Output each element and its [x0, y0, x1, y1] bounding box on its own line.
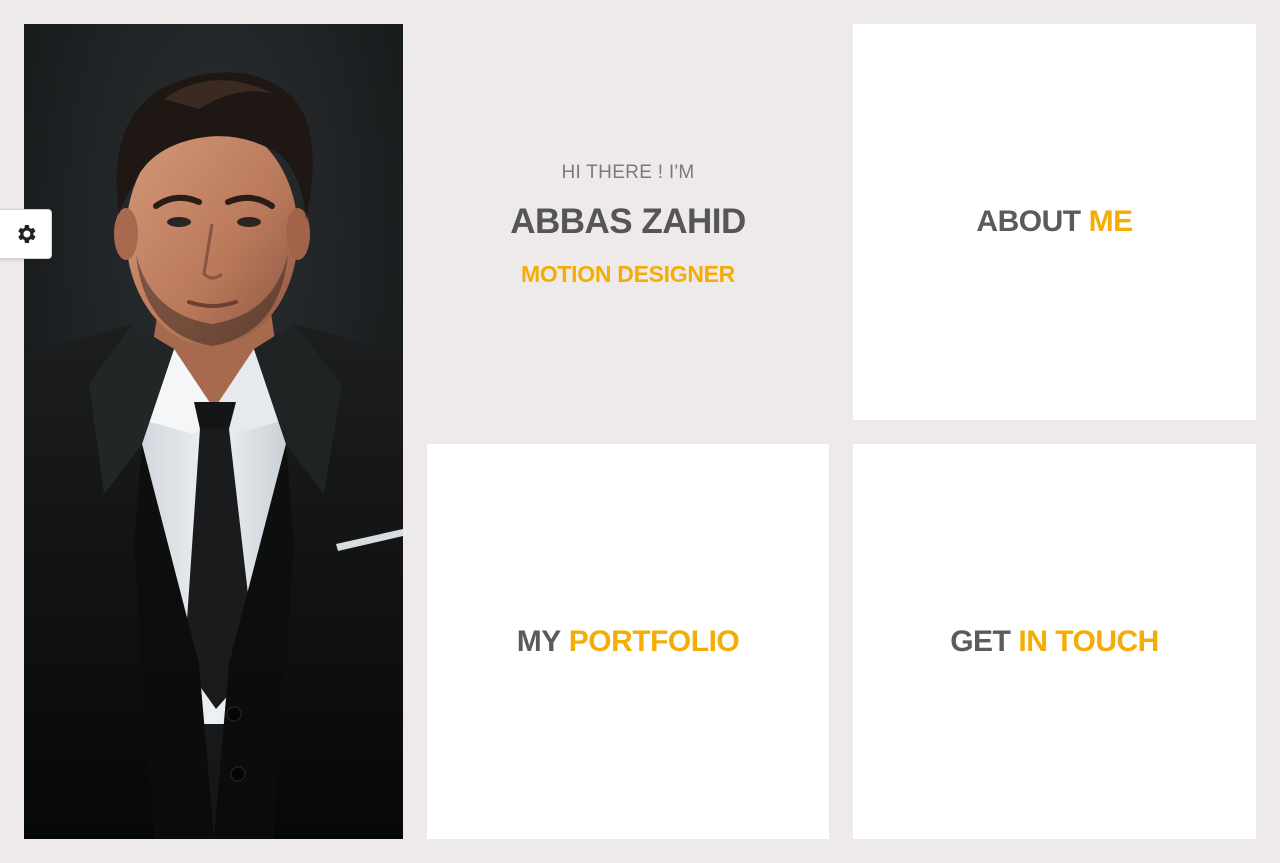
about-tile-word1: ABOUT [976, 205, 1081, 238]
profile-name: ABBAS ZAHID [510, 202, 746, 241]
about-tile-word2: ME [1088, 205, 1134, 238]
contact-tile-word2: IN TOUCH [1018, 624, 1159, 658]
portfolio-tile[interactable]: MY PORTFOLIO [427, 444, 829, 839]
profile-role: MOTION DESIGNER [520, 261, 735, 287]
portfolio-tile-word2: PORTFOLIO [568, 624, 740, 658]
settings-button[interactable] [0, 209, 52, 259]
greeting-text: HI THERE ! I'M [561, 162, 695, 183]
intro-block: HI THERE ! I'M ABBAS ZAHID MOTION DESIGN… [427, 24, 829, 420]
contact-tile-word1: GET [950, 624, 1011, 658]
portrait-illustration [24, 24, 403, 839]
contact-tile[interactable]: GET IN TOUCH [853, 444, 1256, 839]
portfolio-tile-word1: MY [516, 624, 562, 658]
about-me-tile[interactable]: ABOUT ME [853, 24, 1256, 420]
profile-photo [24, 24, 403, 839]
gear-icon [17, 225, 35, 243]
